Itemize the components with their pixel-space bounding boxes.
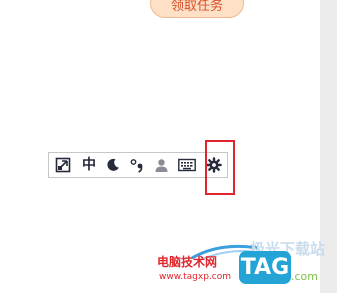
ime-logo-icon[interactable] (54, 156, 72, 174)
watermark-tag-logo: TAG (239, 251, 291, 284)
chinese-mode-toggle[interactable]: 中 (80, 156, 98, 174)
moon-icon[interactable] (104, 156, 122, 174)
settings-highlight-box (205, 140, 235, 195)
user-icon[interactable] (152, 156, 170, 174)
watermark-url: www.tagxp.com (159, 272, 231, 282)
claim-task-button[interactable]: 领取任务 (150, 0, 244, 18)
watermark-domain: .com (291, 270, 318, 283)
keyboard-icon[interactable] (177, 156, 197, 174)
watermark-site-name: 电脑技术网 (157, 255, 218, 269)
ime-toolbar: 中 (48, 152, 228, 178)
chinese-punctuation-icon[interactable] (128, 156, 146, 174)
